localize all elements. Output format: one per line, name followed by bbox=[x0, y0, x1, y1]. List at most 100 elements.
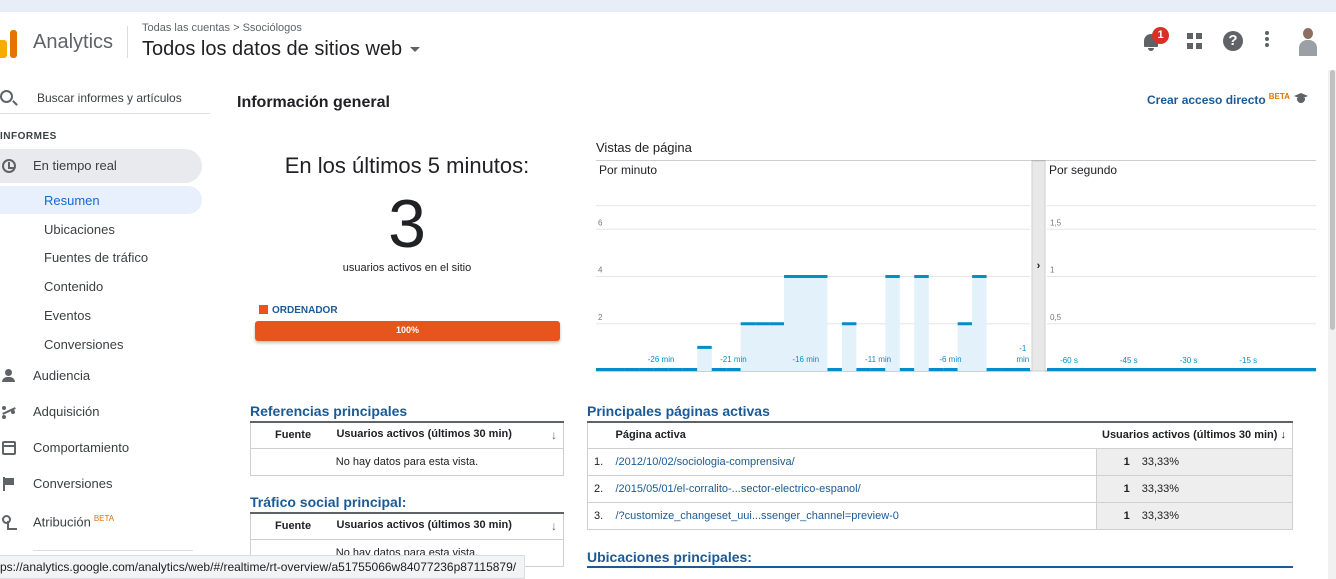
sidebar-divider bbox=[33, 550, 193, 551]
bar-cap bbox=[1015, 368, 1030, 371]
active-pages-title[interactable]: Principales páginas activas bbox=[587, 403, 770, 419]
row-percent: 33,33% bbox=[1135, 475, 1293, 503]
beta-badge: BETA bbox=[93, 514, 115, 523]
x-tick-label: -26 min bbox=[648, 355, 675, 364]
bar-cap bbox=[769, 322, 785, 326]
y-tick-label: 6 bbox=[598, 218, 603, 227]
bar-cap bbox=[740, 322, 756, 326]
search-reports[interactable]: Buscar informes y artículos bbox=[0, 80, 210, 114]
nav-realtime-conversions[interactable]: Conversiones bbox=[0, 330, 202, 358]
social-title[interactable]: Tráfico social principal: bbox=[250, 494, 406, 510]
bar bbox=[914, 276, 929, 371]
page-link[interactable]: /?customize_changeset_uui...ssenger_chan… bbox=[609, 502, 1096, 530]
bar bbox=[769, 323, 785, 371]
nav-attribution[interactable]: Atribución BETA bbox=[0, 505, 202, 539]
bar-cap bbox=[957, 322, 973, 326]
bar-cap bbox=[784, 275, 799, 278]
bar-cap bbox=[798, 275, 813, 278]
bar-cap bbox=[943, 368, 958, 371]
sub-label: Contenido bbox=[44, 279, 104, 294]
x-tick-label: -11 min bbox=[865, 355, 891, 364]
col-source[interactable]: Fuente bbox=[250, 421, 331, 449]
bar-cap bbox=[653, 368, 669, 371]
device-bar-fill: 100% bbox=[255, 321, 560, 341]
col-active-users[interactable]: Usuarios activos (últimos 30 min) ↓ bbox=[330, 421, 564, 449]
create-shortcut-link[interactable]: Crear acceso directo BETA bbox=[1147, 92, 1290, 107]
referrals-title[interactable]: Referencias principales bbox=[250, 403, 407, 419]
row-percent: 33,33% bbox=[1135, 502, 1293, 530]
realtime-heading: En los últimos 5 minutos: bbox=[284, 153, 530, 178]
bar-cap bbox=[870, 368, 886, 371]
beta-badge: BETA bbox=[1268, 92, 1290, 101]
bar-cap bbox=[639, 368, 654, 371]
sub-label: Conversiones bbox=[44, 337, 124, 352]
table-row: 3. /?customize_changeset_uui...ssenger_c… bbox=[587, 502, 1293, 530]
active-users-count: 3 bbox=[388, 186, 426, 262]
bar-cap bbox=[827, 368, 842, 371]
page-link[interactable]: /2015/05/01/el-corralito-...sector-elect… bbox=[609, 475, 1096, 503]
notification-badge: 1 bbox=[1152, 27, 1169, 44]
bar-cap bbox=[668, 368, 683, 371]
pageviews-chart[interactable]: Por minuto246-26 min -21 min -16 min -11 mi… bbox=[596, 160, 1316, 375]
nav-acquisition[interactable]: Adquisición bbox=[0, 395, 202, 429]
sidebar: Buscar informes y artículos INFORMES En … bbox=[0, 70, 210, 579]
x-tick-label: -1 bbox=[1019, 344, 1027, 353]
scrollbar-thumb[interactable] bbox=[1330, 70, 1335, 330]
nav-realtime-content[interactable]: Contenido bbox=[0, 272, 202, 300]
nav-realtime[interactable]: En tiempo real bbox=[0, 149, 202, 183]
bar-cap bbox=[755, 322, 770, 326]
nav-realtime-overview[interactable]: Resumen bbox=[0, 186, 202, 214]
y-tick-label: 0,5 bbox=[1050, 313, 1062, 322]
person-icon bbox=[2, 369, 16, 383]
more-vert-icon[interactable] bbox=[1265, 29, 1273, 53]
table-row: 1. /2012/10/02/sociologia-comprensiva/ 1… bbox=[587, 448, 1293, 476]
main-content: Información general Crear acceso directo… bbox=[222, 70, 1328, 579]
analytics-logo-icon[interactable] bbox=[0, 30, 22, 58]
nav-audience[interactable]: Audiencia bbox=[0, 359, 202, 393]
table-row: 2. /2015/05/01/el-corralito-...sector-el… bbox=[587, 475, 1293, 503]
nav-label: Conversiones bbox=[33, 476, 113, 491]
col-active-page[interactable]: Página activa bbox=[609, 421, 1096, 449]
x-tick-label: min bbox=[1016, 355, 1029, 364]
sub-label: Eventos bbox=[44, 308, 91, 323]
device-bar[interactable]: 100% bbox=[255, 321, 560, 341]
nav-realtime-events[interactable]: Eventos bbox=[0, 301, 202, 329]
col-active-users[interactable]: Usuarios activos (últimos 30 min) ↓ bbox=[330, 512, 564, 540]
nav-conversions[interactable]: Conversiones bbox=[0, 467, 202, 501]
notifications-bell-icon[interactable]: 1 bbox=[1140, 27, 1169, 53]
account-avatar[interactable] bbox=[1297, 26, 1319, 58]
sort-arrow-icon: ↓ bbox=[551, 519, 557, 534]
nav-realtime-locations[interactable]: Ubicaciones bbox=[0, 215, 202, 243]
property-title: Todos los datos de sitios web bbox=[142, 38, 403, 60]
x-tick-label: -30 s bbox=[1180, 356, 1198, 365]
apps-grid-icon[interactable] bbox=[1183, 29, 1207, 53]
app-header: Analytics Todas las cuentas > Ssociólogo… bbox=[0, 12, 1336, 70]
locations-divider bbox=[587, 566, 1293, 568]
section-heading: INFORMES bbox=[0, 131, 57, 142]
breadcrumb[interactable]: Todas las cuentas > Ssociólogos bbox=[142, 22, 302, 34]
sub-label: Resumen bbox=[44, 193, 100, 208]
chart-title: Vistas de página bbox=[596, 140, 692, 155]
nav-behavior[interactable]: Comportamiento bbox=[0, 431, 202, 465]
graduation-cap-icon[interactable] bbox=[1293, 93, 1309, 104]
page-link[interactable]: /2012/10/02/sociologia-comprensiva/ bbox=[609, 448, 1096, 476]
search-label: Buscar informes y artículos bbox=[37, 91, 182, 105]
col-source[interactable]: Fuente bbox=[250, 512, 331, 540]
col-rank bbox=[587, 421, 610, 449]
help-icon[interactable]: ? bbox=[1223, 31, 1243, 51]
nav-realtime-traffic[interactable]: Fuentes de tráfico bbox=[0, 243, 202, 271]
app-name[interactable]: Analytics bbox=[33, 31, 113, 54]
nav-label: Atribución BETA bbox=[33, 514, 115, 530]
y-tick-label: 1,5 bbox=[1050, 218, 1062, 227]
flag-icon bbox=[2, 477, 16, 491]
bar-cap bbox=[856, 368, 871, 371]
bar-cap bbox=[610, 368, 625, 371]
bar-cap bbox=[697, 345, 712, 349]
browser-top-strip bbox=[0, 0, 1336, 12]
referrals-table: Fuente Usuarios activos (últimos 30 min)… bbox=[250, 421, 564, 476]
col-active-users[interactable]: Usuarios activos (últimos 30 min) ↓ bbox=[1096, 421, 1293, 449]
sort-arrow-icon: ↓ bbox=[551, 428, 557, 443]
chevron-right-icon: › bbox=[1037, 260, 1041, 272]
property-selector[interactable]: Todos los datos de sitios web bbox=[142, 38, 421, 61]
locations-title[interactable]: Ubicaciones principales: bbox=[587, 549, 752, 565]
